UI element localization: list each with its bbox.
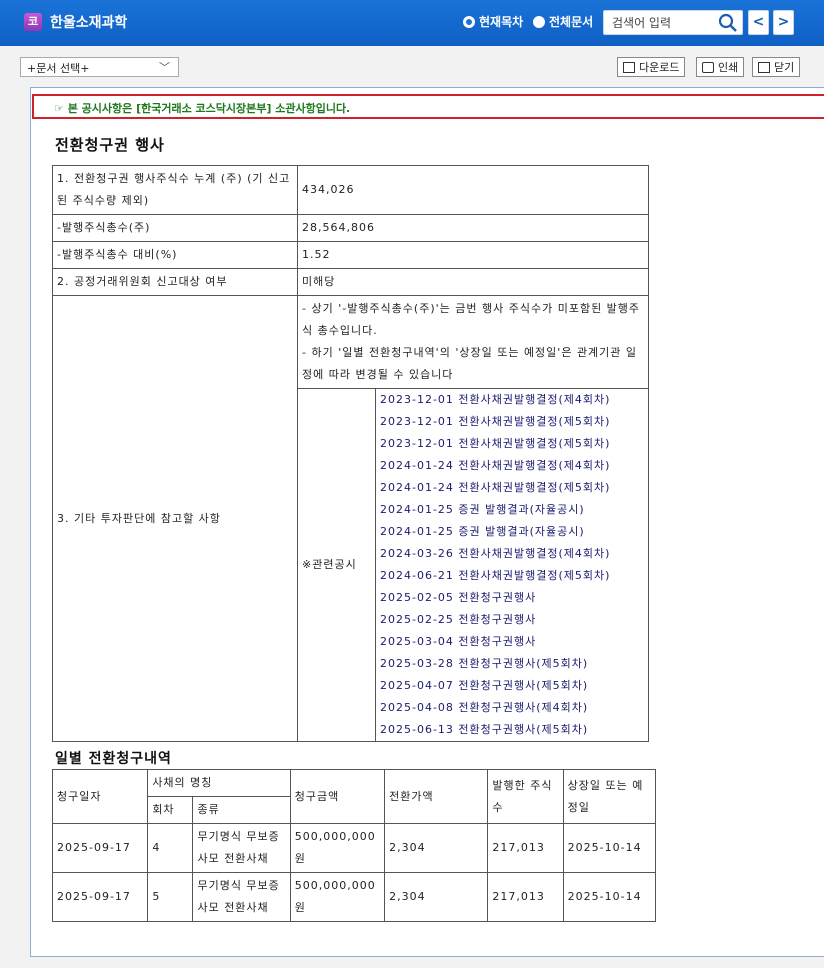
- table-row: -발행주식총수 대비(%) 1.52: [52, 241, 649, 269]
- cell-label: 1. 전환청구권 행사주식수 누계 (주) (기 신고된 주식수량 제외): [52, 165, 298, 215]
- header-name: 사채의 명칭: [147, 769, 291, 797]
- header-price: 전환가액: [384, 769, 489, 824]
- daily-table: 청구일자 사채의 명칭 청구금액 전환가액 발행한 주식수 상장일 또는 예정일…: [51, 769, 657, 922]
- monitor-icon: [623, 61, 635, 73]
- related-disclosure-link[interactable]: 2024-01-25 증권 발행결과(자율공시): [376, 521, 648, 543]
- prev-button[interactable]: <: [748, 10, 769, 35]
- related-disclosure-link[interactable]: 2025-04-08 전환청구권행사(제4회차): [376, 697, 648, 719]
- table-row: -발행주식총수(주) 28,564,806: [52, 214, 649, 242]
- cell-label: 2. 공정거래위원회 신고대상 여부: [52, 268, 298, 296]
- print-button[interactable]: 인쇄: [696, 57, 745, 77]
- table-row: 1. 전환청구권 행사주식수 누계 (주) (기 신고된 주식수량 제외) 43…: [52, 165, 649, 215]
- table-row: 2025-09-17 4 무기명식 무보증 사모 전환사채 500,000,00…: [51, 823, 657, 873]
- close-label: 닫기: [774, 61, 795, 74]
- document-frame: ☞ 본 공시사항은 [한국거래소 코스닥시장본부] 소관사항입니다. 전환청구권…: [30, 87, 824, 957]
- cell-shares: 217,013: [487, 823, 564, 873]
- cell-value: 28,564,806: [297, 214, 649, 242]
- related-disclosure-link[interactable]: 2023-12-01 전환사채권발행결정(제5회차): [376, 411, 648, 433]
- cell-date: 2025-09-17: [51, 823, 149, 873]
- cell-label: -발행주식총수(주): [52, 214, 298, 242]
- company-logo-icon: 코: [24, 13, 42, 31]
- search-input[interactable]: [604, 11, 712, 34]
- search-box: [603, 10, 743, 35]
- radio-unselected-icon: [533, 15, 545, 28]
- radio-all-label: 전체문서: [549, 15, 594, 29]
- cell-label: -발행주식총수 대비(%): [52, 241, 298, 269]
- header-date: 청구일자: [51, 769, 149, 824]
- cell-date: 2025-09-17: [51, 872, 149, 922]
- cell-value: 1.52: [297, 241, 649, 269]
- radio-current-label: 현재목차: [479, 15, 524, 29]
- notice-banner: ☞ 본 공시사항은 [한국거래소 코스닥시장본부] 소관사항입니다.: [32, 94, 824, 119]
- document-select[interactable]: +문서 선택+ ﹀: [20, 57, 179, 77]
- document-select-value: +문서 선택+: [27, 62, 90, 75]
- cell-value: 미해당: [297, 268, 649, 296]
- related-label: ※관련공시: [297, 388, 376, 742]
- cell-shares: 217,013: [487, 872, 564, 922]
- app-header: 코 한울소재과학 현재목차 전체문서 < >: [0, 0, 824, 46]
- related-list-cell: 2023-12-01 전환사채권발행결정(제4회차) 2023-12-01 전환사…: [375, 388, 649, 742]
- related-disclosure-link[interactable]: 2025-02-05 전환청구권행사: [376, 587, 648, 609]
- printer-icon: [702, 61, 714, 73]
- table-row: 2025-09-17 5 무기명식 무보증 사모 전환사채 500,000,00…: [51, 872, 657, 922]
- related-disclosure-link[interactable]: 2025-04-07 전환청구권행사(제5회차): [376, 675, 648, 697]
- radio-all-docs[interactable]: 전체문서: [533, 13, 593, 30]
- related-disclosure-link[interactable]: 2024-01-25 증권 발행결과(자율공시): [376, 499, 648, 521]
- related-disclosure-link[interactable]: 2024-03-26 전환사채권발행결정(제4회차): [376, 543, 648, 565]
- cell-label: 3. 기타 투자판단에 참고할 사항: [52, 295, 298, 742]
- header-amount: 청구금액: [289, 769, 386, 824]
- related-disclosure-link[interactable]: 2024-06-21 전환사채권발행결정(제5회차): [376, 565, 648, 587]
- cell-round: 4: [147, 823, 194, 873]
- header-shares: 발행한 주식수: [487, 769, 564, 824]
- header-kind: 종류: [192, 796, 291, 824]
- header-listing: 상장일 또는 예정일: [562, 769, 657, 824]
- cell-kind: 무기명식 무보증 사모 전환사채: [192, 872, 291, 922]
- page-title: 전환청구권 행사: [55, 136, 165, 154]
- cell-listing: 2025-10-14: [562, 872, 657, 922]
- related-disclosure-link[interactable]: 2024-01-24 전환사채권발행결정(제4회차): [376, 455, 648, 477]
- download-label: 다운로드: [639, 61, 680, 74]
- related-disclosure-link[interactable]: 2023-12-01 전환사채권발행결정(제5회차): [376, 433, 648, 455]
- related-disclosure-link[interactable]: 2025-02-25 전환청구권행사: [376, 609, 648, 631]
- related-disclosure-link[interactable]: 2024-01-24 전환사채권발행결정(제5회차): [376, 477, 648, 499]
- download-button[interactable]: 다운로드: [617, 57, 686, 77]
- header-round: 회차: [147, 796, 194, 824]
- cell-listing: 2025-10-14: [562, 823, 657, 873]
- document-icon: [758, 61, 770, 73]
- next-button[interactable]: >: [773, 10, 794, 35]
- cell-amount: 500,000,000원: [289, 872, 386, 922]
- table-header-row: 청구일자 사채의 명칭 청구금액 전환가액 발행한 주식수 상장일 또는 예정일: [51, 769, 657, 824]
- cell-value: 434,026: [297, 165, 649, 215]
- cell-price: 2,304: [384, 872, 489, 922]
- close-button[interactable]: 닫기: [752, 57, 801, 77]
- summary-table: 1. 전환청구권 행사주식수 누계 (주) (기 신고된 주식수량 제외) 43…: [52, 165, 649, 742]
- daily-title: 일별 전환청구내역: [55, 751, 172, 767]
- cell-kind: 무기명식 무보증 사모 전환사채: [192, 823, 291, 873]
- cell-round: 5: [147, 872, 194, 922]
- radio-current-toc[interactable]: 현재목차: [463, 13, 523, 30]
- related-disclosure-link[interactable]: 2025-03-28 전환청구권행사(제5회차): [376, 653, 648, 675]
- print-label: 인쇄: [718, 61, 739, 74]
- related-list: 2023-12-01 전환사채권발행결정(제4회차) 2023-12-01 전환사…: [376, 389, 648, 741]
- cell-amount: 500,000,000원: [289, 823, 386, 873]
- company-name: 한울소재과학: [50, 15, 128, 31]
- search-icon[interactable]: [718, 13, 738, 33]
- table-row: 3. 기타 투자판단에 참고할 사항 - 상기 '-발행주식총수(주)'는 금번…: [52, 295, 649, 742]
- chevron-down-icon: ﹀: [159, 61, 170, 74]
- related-disclosure-link[interactable]: 2025-03-04 전환청구권행사: [376, 631, 648, 653]
- cell-price: 2,304: [384, 823, 489, 873]
- radio-selected-icon: [463, 15, 475, 28]
- table-row: 2. 공정거래위원회 신고대상 여부 미해당: [52, 268, 649, 296]
- related-disclosure-link[interactable]: 2023-12-01 전환사채권발행결정(제4회차): [376, 389, 648, 411]
- cell-note: - 상기 '-발행주식총수(주)'는 금번 행사 주식수가 미포함된 발행주식 …: [297, 295, 649, 389]
- related-disclosure-link[interactable]: 2025-06-13 전환청구권행사(제5회차): [376, 719, 648, 741]
